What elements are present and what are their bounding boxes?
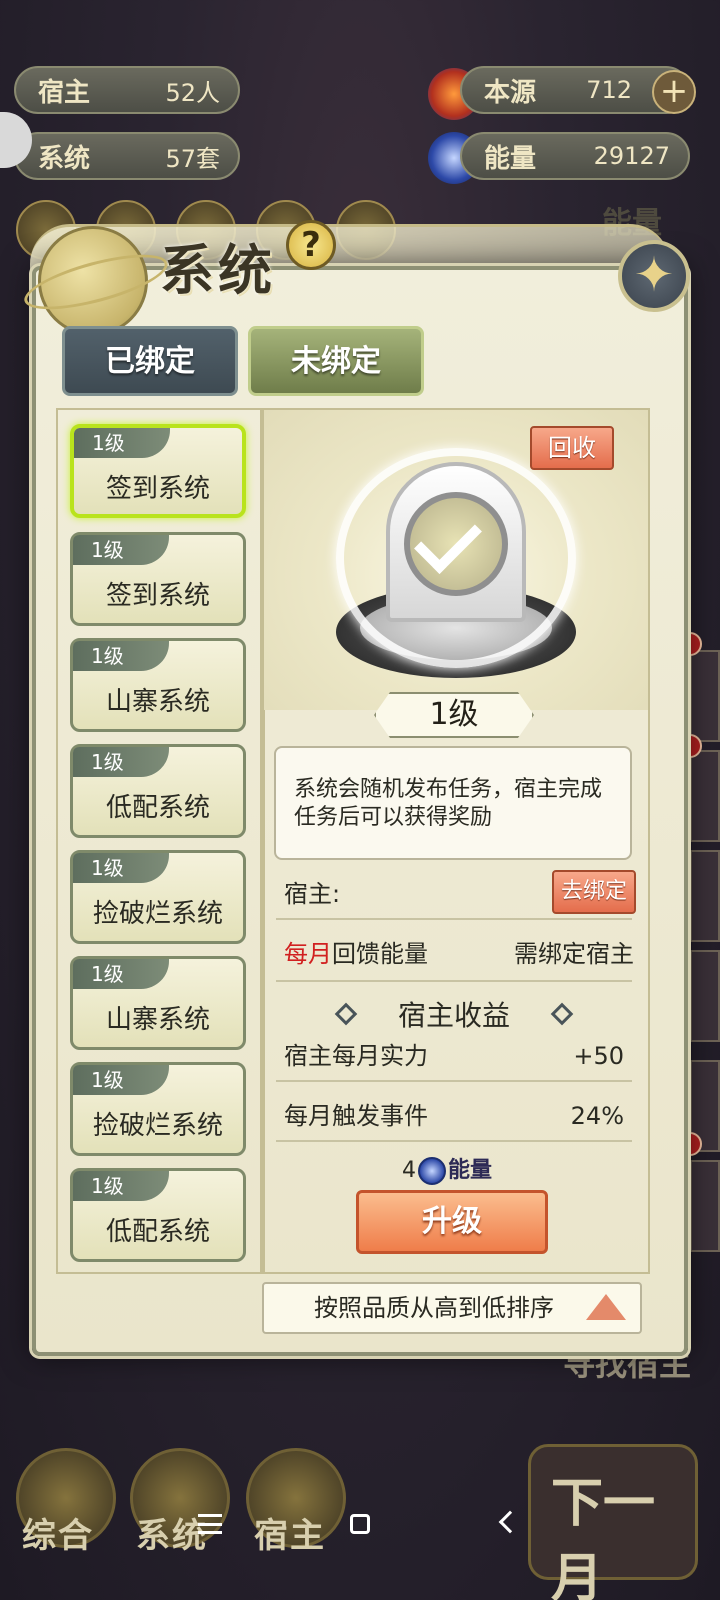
systems-counter: 系统 57套 bbox=[14, 132, 240, 180]
card-level-tag: 1级 bbox=[73, 641, 169, 671]
energy-counter: 能量 29127 bbox=[460, 132, 690, 180]
systems-label: 系统 bbox=[38, 143, 91, 174]
close-button[interactable]: ✦ bbox=[618, 240, 690, 312]
upgrade-cost: 4 能量 bbox=[402, 1154, 492, 1188]
stat-label: 宿主每月实力 bbox=[284, 1042, 428, 1070]
cost-unit: 能量 bbox=[448, 1158, 493, 1183]
card-name: 捡破烂系统 bbox=[92, 1111, 223, 1141]
bg-side-tab-3 bbox=[690, 850, 720, 942]
card-level-tag: 1级 bbox=[73, 959, 169, 989]
system-list[interactable]: 1级 签到系统 1级 签到系统 1级 山寨系统 1级 低配系统 1级 捡破烂系统… bbox=[56, 408, 262, 1274]
stat-row-power: 宿主每月实力 +50 bbox=[284, 1036, 634, 1076]
bg-side-tab-1 bbox=[690, 650, 720, 742]
card-name: 签到系统 bbox=[105, 474, 210, 504]
add-origin-button[interactable]: + bbox=[652, 70, 696, 114]
card-name: 低配系统 bbox=[105, 1217, 210, 1247]
bg-side-tab-2 bbox=[690, 750, 720, 842]
list-item[interactable]: 1级 签到系统 bbox=[70, 532, 246, 626]
sort-toggle[interactable]: 按照品质从高到低排序 bbox=[262, 1282, 642, 1334]
origin-value: 712 bbox=[586, 76, 632, 104]
tab-bound[interactable]: 已绑定 bbox=[62, 326, 238, 396]
divider bbox=[276, 1080, 632, 1082]
card-level-tag: 1级 bbox=[73, 853, 169, 883]
sort-label: 按照品质从高到低排序 bbox=[314, 1294, 554, 1322]
energy-value: 29127 bbox=[593, 142, 670, 170]
energy-label: 能量 bbox=[484, 143, 537, 174]
upgrade-button[interactable]: 升级 bbox=[356, 1190, 548, 1254]
card-level-tag: 1级 bbox=[73, 535, 169, 565]
card-name: 山寨系统 bbox=[105, 1005, 210, 1035]
card-name: 低配系统 bbox=[105, 793, 210, 823]
system-level-badge: 1级 bbox=[374, 692, 534, 738]
list-item[interactable]: 1级 低配系统 bbox=[70, 1168, 246, 1262]
find-host-button[interactable]: 寻找宿主 bbox=[552, 1346, 702, 1424]
system-description: 系统会随机发布任务，宿主完成任务后可以获得奖励 bbox=[274, 746, 632, 860]
stat-value: +50 bbox=[573, 1042, 624, 1070]
bg-side-tab-6 bbox=[690, 1160, 720, 1252]
hosts-value: 52人 bbox=[165, 78, 220, 107]
stat-label: 每月触发事件 bbox=[284, 1102, 428, 1130]
card-level-tag: 1级 bbox=[74, 428, 170, 458]
hosts-label: 宿主 bbox=[38, 77, 91, 108]
monthly-text: 回馈能量 bbox=[332, 940, 428, 968]
tab-unbound[interactable]: 未绑定 bbox=[248, 326, 424, 396]
energy-icon bbox=[418, 1157, 446, 1185]
bind-host-button[interactable]: 去绑定 bbox=[552, 870, 636, 914]
divider bbox=[276, 980, 632, 982]
card-name: 签到系统 bbox=[105, 581, 210, 611]
card-level-tag: 1级 bbox=[73, 747, 169, 777]
divider bbox=[276, 1140, 632, 1142]
systems-value: 57套 bbox=[165, 144, 220, 173]
card-level-tag: 1级 bbox=[73, 1171, 169, 1201]
card-name: 山寨系统 bbox=[105, 687, 210, 717]
recent-apps-icon[interactable] bbox=[198, 1514, 222, 1534]
monthly-value: 需绑定宿主 bbox=[514, 940, 634, 968]
dialog-title: 系统 bbox=[160, 239, 276, 302]
host-label: 宿主: bbox=[284, 880, 341, 908]
hosts-counter: 宿主 52人 bbox=[14, 66, 240, 114]
sort-triangle-icon bbox=[586, 1294, 626, 1320]
cost-amount: 4 bbox=[402, 1158, 416, 1183]
list-item[interactable]: 1级 捡破烂系统 bbox=[70, 850, 246, 944]
list-item[interactable]: 1级 山寨系统 bbox=[70, 956, 246, 1050]
stat-row-event: 每月触发事件 24% bbox=[284, 1096, 634, 1136]
list-item[interactable]: 1级 山寨系统 bbox=[70, 638, 246, 732]
stat-value: 24% bbox=[570, 1102, 624, 1130]
card-level-tag: 1级 bbox=[73, 1065, 169, 1095]
divider bbox=[276, 918, 632, 920]
monthly-feedback-row: 每月回馈能量 需绑定宿主 bbox=[284, 934, 634, 974]
list-item[interactable]: 1级 签到系统 bbox=[70, 424, 246, 518]
recycle-button[interactable]: 回收 bbox=[530, 426, 614, 470]
monthly-prefix: 每月 bbox=[284, 940, 332, 968]
origin-label: 本源 bbox=[484, 77, 537, 108]
bg-side-tab-4 bbox=[690, 950, 720, 1042]
host-benefit-title: 宿主收益 bbox=[397, 999, 510, 1032]
card-name: 捡破烂系统 bbox=[92, 899, 223, 929]
list-item[interactable]: 1级 低配系统 bbox=[70, 744, 246, 838]
list-item[interactable]: 1级 捡破烂系统 bbox=[70, 1062, 246, 1156]
home-icon[interactable] bbox=[350, 1514, 370, 1534]
help-button[interactable]: ? bbox=[286, 220, 336, 270]
